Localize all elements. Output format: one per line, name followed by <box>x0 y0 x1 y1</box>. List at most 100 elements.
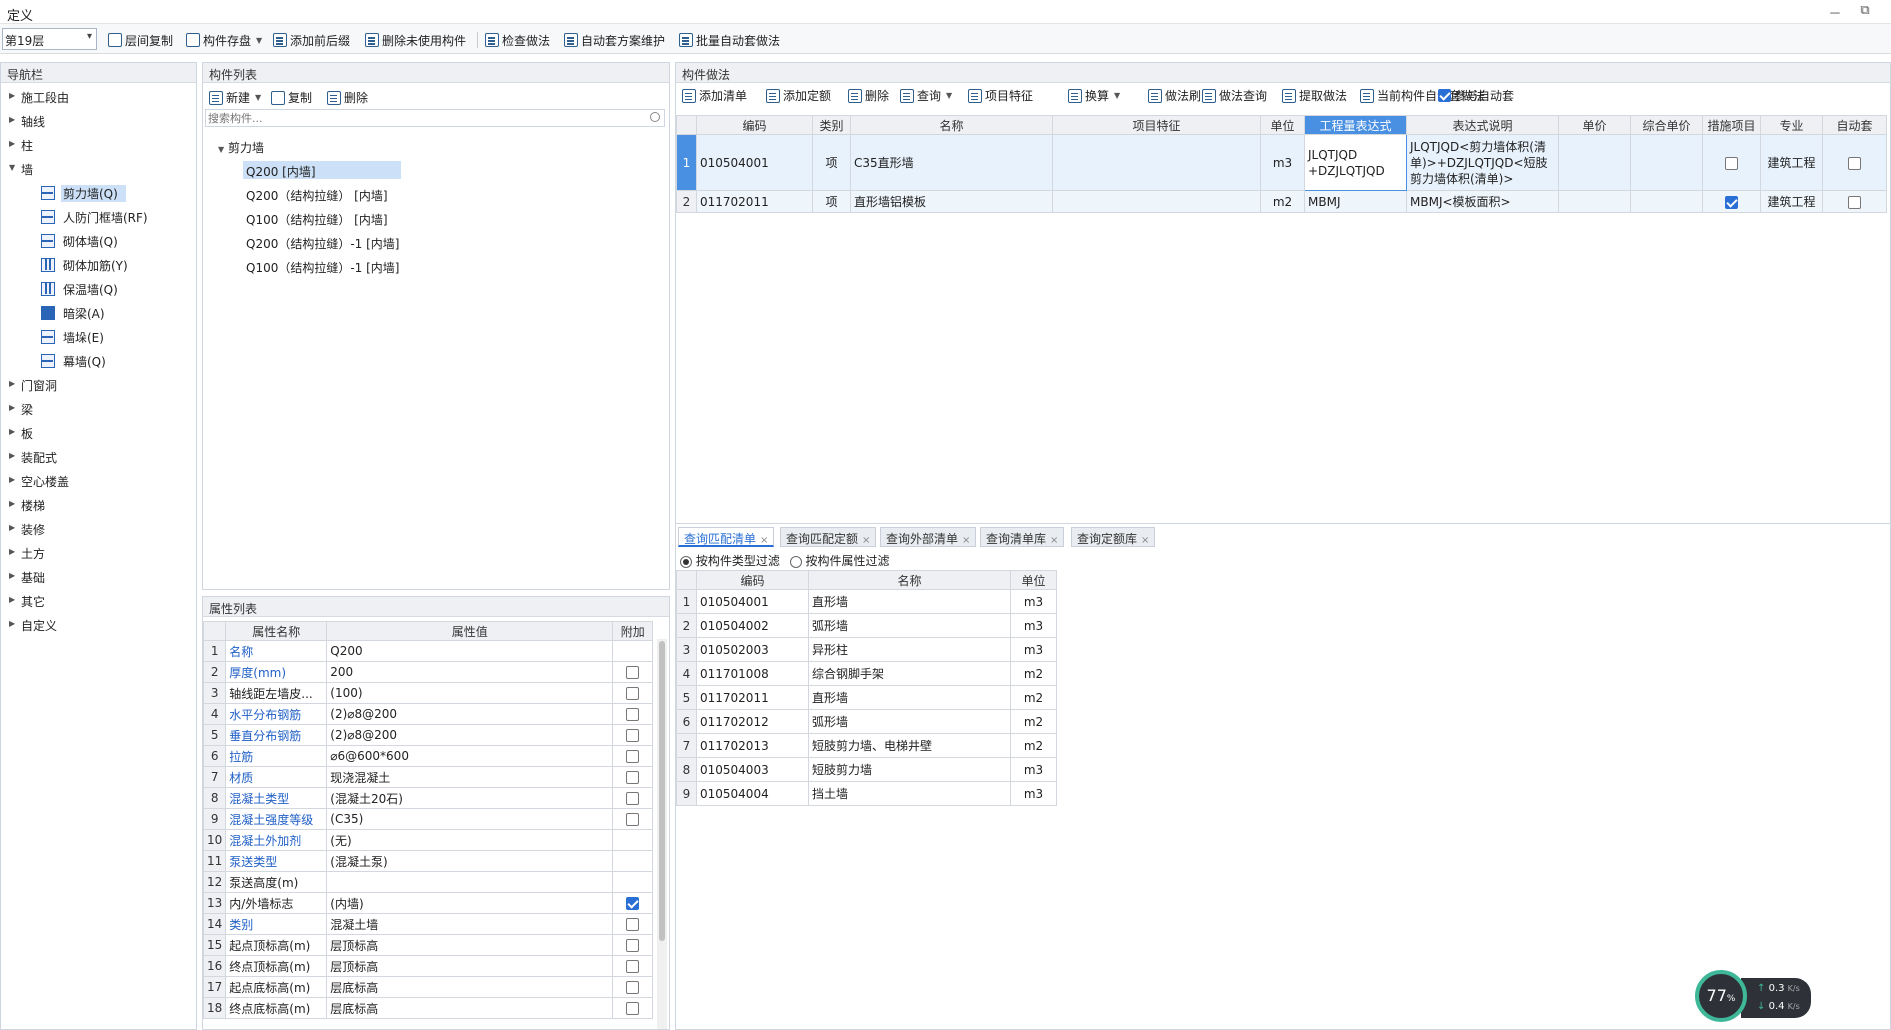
property-row[interactable]: 4 水平分布钢筋 (2)⌀8@200 <box>202 703 654 725</box>
add-quota-button[interactable]: 添加定额 <box>766 87 831 104</box>
query-row[interactable]: 8 010504003 短肢剪力墙 m3 <box>676 757 1057 782</box>
property-row[interactable]: 7 材质 现浇混凝土 <box>202 766 654 788</box>
attach-checkbox[interactable] <box>626 708 640 721</box>
query-row[interactable]: 6 011702012 弧形墙 m2 <box>676 709 1057 734</box>
component-item[interactable]: Q200（结构拉缝） [内墙] <box>243 185 391 203</box>
nav-group-item[interactable]: ▶ 柱 <box>1 135 196 155</box>
method-query-button[interactable]: 做法查询 <box>1202 87 1267 104</box>
chevron-right-icon[interactable]: ▶ <box>9 139 15 148</box>
nav-wall-child-item[interactable]: 砌体加筋(Y) <box>37 255 197 275</box>
component-search[interactable] <box>205 109 665 127</box>
add-bill-button[interactable]: 添加清单 <box>682 87 747 104</box>
filter-by-type-radio[interactable] <box>680 555 692 568</box>
expression-cell[interactable]: JLQTJQD +DZJLQTJQD <box>1304 134 1407 191</box>
chevron-right-icon[interactable]: ▶ <box>9 115 15 124</box>
attach-checkbox[interactable] <box>626 960 640 973</box>
property-value[interactable]: (C35) <box>326 808 614 830</box>
attach-checkbox[interactable] <box>626 918 640 931</box>
component-item[interactable]: Q200 [内墙] <box>243 161 401 179</box>
nav-wall-child-item[interactable]: 人防门框墙(RF) <box>37 207 197 227</box>
property-value[interactable]: (100) <box>326 682 614 704</box>
nav-group-item[interactable]: ▶ 轴线 <box>1 111 196 131</box>
property-row[interactable]: 3 轴线距左墙皮... (100) <box>202 682 654 704</box>
attach-checkbox[interactable] <box>626 750 640 763</box>
nav-wall-child-item[interactable]: 墙垛(E) <box>37 327 197 347</box>
query-tab[interactable]: 查询外部清单 × <box>880 527 977 547</box>
nav-group-item[interactable]: ▶ 空心楼盖 <box>1 471 196 491</box>
search-input[interactable] <box>206 110 556 126</box>
property-value[interactable]: (无) <box>326 829 614 851</box>
nav-wall-child-item[interactable]: 暗梁(A) <box>37 303 197 323</box>
composite-price-cell[interactable] <box>1630 134 1703 191</box>
nav-group-item[interactable]: ▶ 装修 <box>1 519 196 539</box>
property-value[interactable]: Q200 <box>326 640 614 662</box>
close-icon[interactable]: × <box>962 535 970 546</box>
property-value[interactable]: 混凝土墙 <box>326 913 614 935</box>
query-row[interactable]: 3 010502003 异形柱 m3 <box>676 637 1057 662</box>
method-row[interactable]: 2 011702011 项直形墙铝模板 m2 MBMJ MBMJ<模板面积> 建筑工程 <box>676 190 1887 213</box>
new-button[interactable]: 新建 ▼ <box>209 89 261 106</box>
query-row[interactable]: 7 011702013 短肢剪力墙、电梯井壁 m2 <box>676 733 1057 758</box>
query-tab[interactable]: 查询清单库 × <box>980 527 1065 547</box>
query-row[interactable]: 5 011702011 直形墙 m2 <box>676 685 1057 710</box>
property-value[interactable]: 层顶标高 <box>326 934 614 956</box>
query-row[interactable]: 1 010504001 直形墙 m3 <box>676 589 1057 614</box>
auto-checkbox[interactable] <box>1848 195 1861 209</box>
property-row[interactable]: 11 泵送类型 (混凝土泵) <box>202 850 654 872</box>
expression-cell[interactable]: MBMJ <box>1304 190 1407 213</box>
property-value[interactable]: (内墙) <box>326 892 614 914</box>
chevron-right-icon[interactable]: ▶ <box>9 475 15 484</box>
add-prefix-suffix-button[interactable]: 添加前后缀 <box>273 31 350 49</box>
property-row[interactable]: 16 终点顶标高(m) 层顶标高 <box>202 955 654 977</box>
unit-cell[interactable]: m3 <box>1260 134 1305 191</box>
extract-method-button[interactable]: 提取做法 <box>1282 87 1347 104</box>
copy-between-floors-button[interactable]: 层间复制 <box>108 31 173 49</box>
chevron-right-icon[interactable]: ▶ <box>9 499 15 508</box>
close-icon[interactable]: × <box>760 535 768 546</box>
unit-cell[interactable]: m2 <box>1260 190 1305 213</box>
property-row[interactable]: 9 混凝土强度等级 (C35) <box>202 808 654 830</box>
close-icon[interactable]: × <box>1141 535 1149 546</box>
property-scrollbar[interactable] <box>657 639 667 1029</box>
chevron-right-icon[interactable]: ▶ <box>9 427 15 436</box>
nav-group-item[interactable]: ▶ 土方 <box>1 543 196 563</box>
scrollbar-thumb[interactable] <box>659 641 665 941</box>
property-row[interactable]: 18 终点底标高(m) 层底标高 <box>202 997 654 1019</box>
property-row[interactable]: 2 厚度(mm) 200 <box>202 661 654 683</box>
feature-cell[interactable] <box>1052 134 1261 191</box>
component-item[interactable]: Q100（结构拉缝）-1 [内墙] <box>243 257 403 275</box>
floor-select[interactable]: 第19层 ▾ <box>2 28 97 50</box>
nav-group-item[interactable]: ▶ 施工段由 <box>1 87 196 107</box>
nav-group-item[interactable]: ▶ 门窗洞 <box>1 375 196 395</box>
chevron-right-icon[interactable]: ▶ <box>9 91 15 100</box>
major-cell[interactable]: 建筑工程 <box>1760 134 1823 191</box>
chevron-right-icon[interactable]: ▶ <box>9 547 15 556</box>
measure-checkbox[interactable] <box>1725 195 1738 209</box>
query-row[interactable]: 2 010504002 弧形墙 m3 <box>676 613 1057 638</box>
query-row[interactable]: 9 010504004 挡土墙 m3 <box>676 781 1057 806</box>
nav-wall-child-item[interactable]: 剪力墙(Q) <box>37 183 197 203</box>
auto-checkbox[interactable] <box>1848 156 1861 170</box>
property-row[interactable]: 1 名称 Q200 <box>202 640 654 662</box>
check-method-button[interactable]: 检查做法 <box>485 31 550 49</box>
property-value[interactable]: ⌀6@600*600 <box>326 745 614 767</box>
composite-price-cell[interactable] <box>1630 190 1703 213</box>
property-value[interactable]: (2)⌀8@200 <box>326 724 614 746</box>
tree-root-shear-wall[interactable]: ▼ 剪力墙 <box>215 137 267 155</box>
name-cell[interactable]: 直形墙铝模板 <box>850 190 1053 213</box>
attach-checkbox[interactable] <box>626 792 640 805</box>
close-icon[interactable]: × <box>1050 535 1058 546</box>
attach-checkbox[interactable] <box>626 771 640 784</box>
property-row[interactable]: 17 起点底标高(m) 层底标高 <box>202 976 654 998</box>
chevron-right-icon[interactable]: ▶ <box>9 451 15 460</box>
query-row[interactable]: 4 011701008 综合钢脚手架 m2 <box>676 661 1057 686</box>
delete-button[interactable]: 删除 <box>327 89 368 106</box>
attach-checkbox[interactable] <box>626 729 640 742</box>
feature-cell[interactable] <box>1052 190 1261 213</box>
attach-checkbox[interactable] <box>626 687 640 700</box>
save-component-button[interactable]: 构件存盘 ▼ <box>186 31 262 49</box>
chevron-right-icon[interactable]: ▶ <box>9 571 15 580</box>
attach-checkbox[interactable] <box>626 1002 640 1015</box>
price-cell[interactable] <box>1558 134 1631 191</box>
nav-wall-child-item[interactable]: 保温墙(Q) <box>37 279 197 299</box>
